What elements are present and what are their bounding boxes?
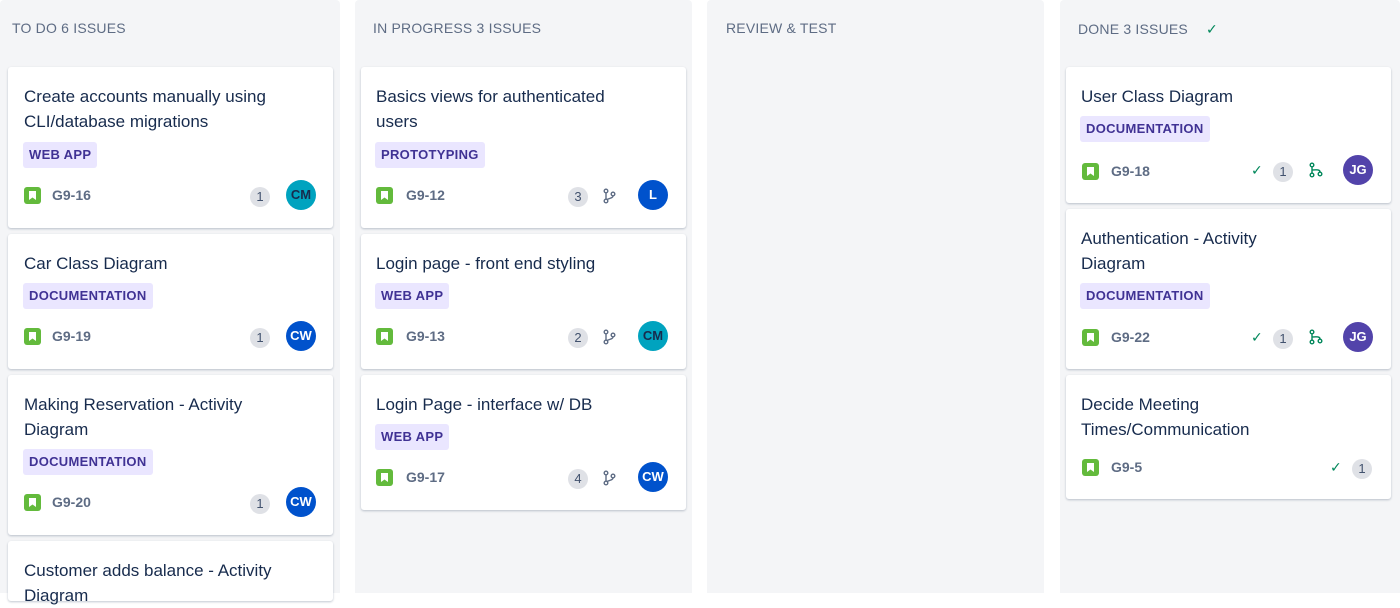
epic-label[interactable]: DOCUMENTATION [23,283,153,309]
issue-key[interactable]: G9-16 [52,187,91,203]
issue-title: Car Class Diagram [24,254,168,273]
assignee-avatar[interactable]: CW [286,321,316,351]
assignee-avatar[interactable]: CM [638,321,668,351]
issue-key[interactable]: G9-20 [52,494,91,510]
estimate-badge: 1 [250,494,270,514]
story-bookmark-icon [376,187,393,204]
estimate-badge: 3 [568,187,588,207]
issue-title: Making Reservation - Activity Diagram [24,395,243,439]
issue-title: Decide Meeting Times/Communication [1081,395,1250,439]
column-header-done: DONE 3 ISSUES ✓ [1078,20,1218,38]
branch-icon[interactable] [602,470,618,491]
estimate-badge: 1 [1273,162,1293,182]
check-icon: ✓ [1330,459,1342,475]
issue-key[interactable]: G9-5 [1111,459,1142,475]
assignee-avatar[interactable]: JG [1343,322,1373,352]
story-bookmark-icon [24,187,41,204]
epic-label[interactable]: WEB APP [375,283,450,309]
assignee-avatar[interactable]: CW [638,462,668,492]
estimate-badge: 1 [1273,329,1293,349]
estimate-badge: 1 [250,187,270,207]
check-icon: ✓ [1205,21,1218,37]
issue-card-g9-17[interactable]: Login Page - interface w/ DB WEB APP G9-… [361,375,686,510]
issue-title: Login Page - interface w/ DB [376,395,593,414]
epic-label[interactable]: WEB APP [23,142,98,168]
issue-key[interactable]: G9-18 [1111,163,1150,179]
pull-request-icon[interactable] [1308,329,1324,350]
issue-card-g9-12[interactable]: Basics views for authenticated users PRO… [361,67,686,228]
issue-card-g9-16[interactable]: Create accounts manually using CLI/datab… [8,67,333,228]
issue-title: Basics views for authenticated users [376,87,605,131]
column-header-review-test: REVIEW & TEST [726,20,837,36]
issue-key[interactable]: G9-22 [1111,329,1150,345]
column-title-done: DONE 3 ISSUES [1078,20,1188,37]
branch-icon[interactable] [602,329,618,350]
issue-card-g9-19[interactable]: Car Class Diagram DOCUMENTATION G9-19 1 … [8,234,333,369]
story-bookmark-icon [1082,329,1099,346]
story-bookmark-icon [24,328,41,345]
issue-title: Customer adds balance - Activity Diagram [24,561,272,605]
epic-label[interactable]: DOCUMENTATION [1080,283,1210,309]
story-bookmark-icon [1082,163,1099,180]
assignee-avatar[interactable]: CW [286,487,316,517]
story-bookmark-icon [24,494,41,511]
assignee-avatar[interactable]: JG [1343,155,1373,185]
story-bookmark-icon [376,469,393,486]
issue-card-partial[interactable]: Customer adds balance - Activity Diagram [8,541,333,605]
estimate-badge: 2 [568,328,588,348]
issue-key[interactable]: G9-13 [406,328,445,344]
check-icon: ✓ [1251,162,1263,178]
epic-label[interactable]: WEB APP [375,424,450,450]
estimate-badge: 1 [250,328,270,348]
issue-card-g9-22[interactable]: Authentication - Activity Diagram DOCUME… [1066,209,1391,369]
issue-title: Create accounts manually using CLI/datab… [24,87,266,131]
story-bookmark-icon [376,328,393,345]
epic-label[interactable]: PROTOTYPING [375,142,485,168]
issue-key[interactable]: G9-17 [406,469,445,485]
issue-title: Login page - front end styling [376,254,596,273]
branch-icon[interactable] [602,188,618,209]
issue-card-g9-5[interactable]: Decide Meeting Times/Communication G9-5 … [1066,375,1391,499]
issue-title: User Class Diagram [1081,87,1234,106]
pull-request-icon[interactable] [1308,162,1324,183]
assignee-avatar[interactable]: L [638,180,668,210]
issue-card-g9-18[interactable]: User Class Diagram DOCUMENTATION G9-18 ✓… [1066,67,1391,203]
estimate-badge: 1 [1352,459,1372,479]
column-in-progress: IN PROGRESS 3 ISSUES Basics views for au… [355,0,692,593]
issue-card-g9-20[interactable]: Making Reservation - Activity Diagram DO… [8,375,333,535]
story-bookmark-icon [1082,459,1099,476]
issue-key[interactable]: G9-19 [52,328,91,344]
issue-card-g9-13[interactable]: Login page - front end styling WEB APP G… [361,234,686,369]
issue-title: Authentication - Activity Diagram [1081,229,1257,273]
epic-label[interactable]: DOCUMENTATION [23,449,153,475]
column-header-todo: TO DO 6 ISSUES [12,20,126,36]
check-icon: ✓ [1251,329,1263,345]
assignee-avatar[interactable]: CM [286,180,316,210]
issue-key[interactable]: G9-12 [406,187,445,203]
column-header-in-progress: IN PROGRESS 3 ISSUES [373,20,542,36]
estimate-badge: 4 [568,469,588,489]
column-done: DONE 3 ISSUES ✓ User Class Diagram DOCUM… [1060,0,1400,593]
column-review-test: REVIEW & TEST [707,0,1044,593]
epic-label[interactable]: DOCUMENTATION [1080,116,1210,142]
column-todo: TO DO 6 ISSUES Create accounts manually … [0,0,340,605]
